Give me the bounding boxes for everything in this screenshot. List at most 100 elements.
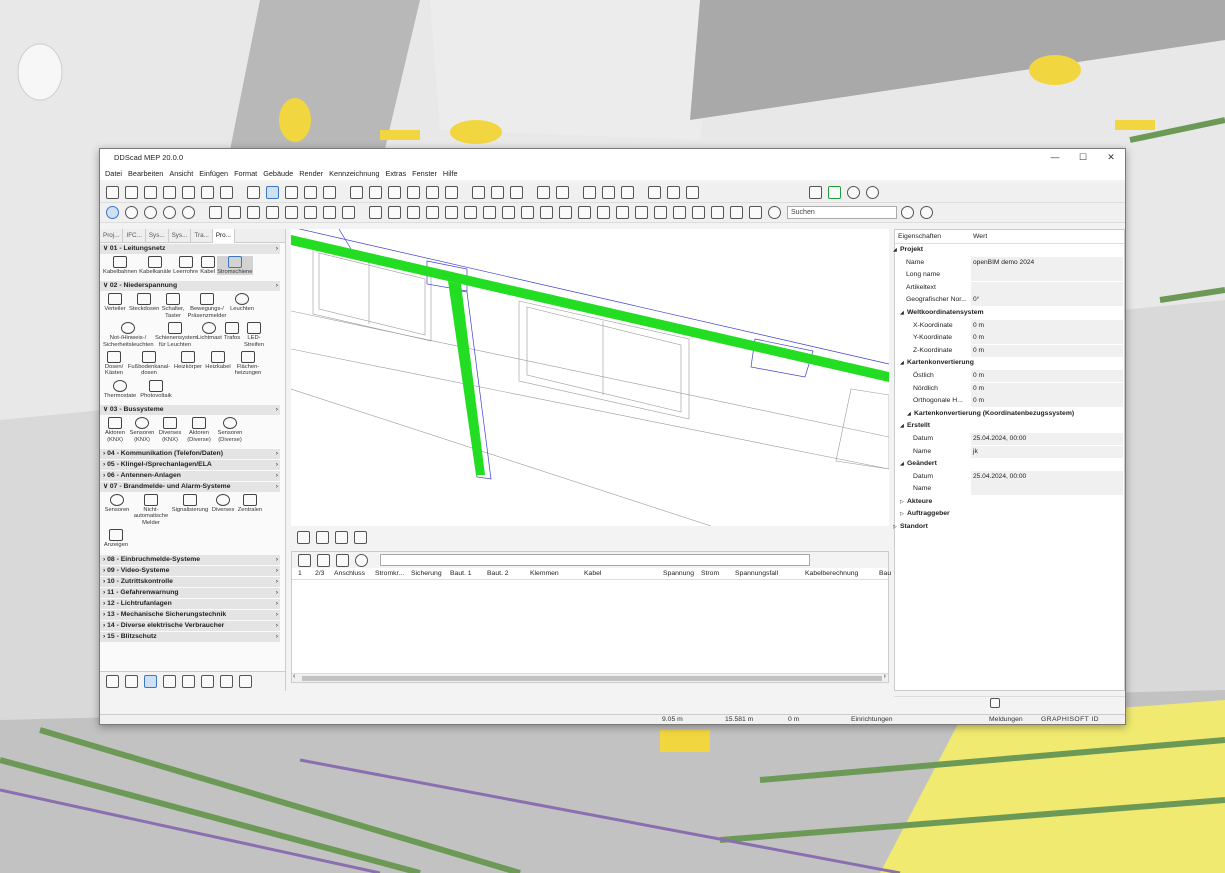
house-2-icon[interactable] (491, 186, 504, 199)
messages-link[interactable]: Meldungen (989, 716, 1023, 723)
check-icon[interactable] (209, 206, 222, 219)
house-icon[interactable] (472, 186, 485, 199)
section-kommunikation[interactable]: › 04 - Kommunikation (Telefon/Daten) › (100, 449, 280, 460)
save-icon[interactable] (125, 186, 138, 199)
col-strom[interactable]: Strom (701, 570, 719, 577)
bar-icon[interactable] (654, 206, 667, 219)
property-row[interactable]: Name (895, 483, 1124, 496)
column-2-icon[interactable] (692, 206, 705, 219)
confirm-check-icon[interactable] (828, 186, 841, 199)
angle-icon[interactable] (220, 675, 233, 688)
col-2-3[interactable]: 2/3 (315, 570, 324, 577)
text-size-icon[interactable] (667, 186, 680, 199)
dropdown-icon[interactable] (809, 186, 822, 199)
collapsed-triangle-icon[interactable]: ▷ (900, 508, 904, 521)
item-aktoren-diverse[interactable]: Aktoren (Diverse) (185, 417, 213, 443)
property-group[interactable]: ▷ Auftraggeber (895, 508, 1124, 521)
flag-icon[interactable] (163, 675, 176, 688)
wall-icon[interactable] (540, 206, 553, 219)
section-gefahrenwarnung[interactable]: › 11 - Gefahrenwarnung › (100, 587, 280, 598)
item-heizkabel[interactable]: Heizkabel (205, 351, 231, 377)
table-scrollbar[interactable]: ‹ › (292, 673, 888, 682)
property-row[interactable]: Long name (895, 269, 1124, 282)
property-row[interactable]: Name jk (895, 445, 1124, 459)
property-value[interactable]: 0 m (971, 382, 1123, 395)
roof-icon[interactable] (602, 186, 615, 199)
item-kabel[interactable]: Kabel (200, 256, 215, 275)
building-icon[interactable] (369, 186, 382, 199)
distribution-icon[interactable] (304, 206, 317, 219)
tab-systeme-2[interactable]: Sys... (169, 229, 192, 243)
menu-einfuegen[interactable]: Einfügen (199, 169, 228, 178)
cancel-icon[interactable] (847, 186, 860, 199)
scroll-right-icon[interactable]: › (884, 673, 886, 680)
property-value[interactable]: 0° (971, 294, 1123, 307)
section-mechanische-sicherung[interactable]: › 13 - Mechanische Sicherungstechnik › (100, 609, 280, 620)
item-sensoren-brand[interactable]: Sensoren (103, 494, 131, 526)
col-kabel[interactable]: Kabel (584, 570, 601, 577)
tab-trassen[interactable]: Tra... (191, 229, 213, 243)
label-icon[interactable] (648, 186, 661, 199)
property-row[interactable]: Nördlich 0 m (895, 382, 1124, 396)
zoom-select-icon[interactable] (144, 675, 157, 688)
expanded-triangle-icon[interactable]: ◢ (900, 357, 904, 370)
table-filter-icon[interactable] (355, 553, 368, 567)
menu-render[interactable]: Render (299, 169, 323, 178)
document-icon[interactable] (144, 186, 157, 199)
menu-hilfe[interactable]: Hilfe (443, 169, 458, 178)
layers-edit-icon[interactable] (323, 186, 336, 199)
book-icon[interactable] (730, 206, 743, 219)
search-object-icon[interactable] (502, 206, 515, 219)
window-2-icon[interactable] (426, 206, 439, 219)
beam-icon[interactable] (635, 206, 648, 219)
property-value[interactable]: 25.04.2024, 00:00 (971, 432, 1123, 445)
item-stromschiene[interactable]: Stromschiene (217, 256, 253, 276)
property-row[interactable]: Orthogonale H... 0 m (895, 395, 1124, 408)
menu-fenster[interactable]: Fenster (412, 169, 437, 178)
cube-2-icon[interactable] (388, 206, 401, 219)
property-row[interactable]: X-Koordinate 0 m (895, 319, 1124, 333)
route-icon[interactable] (266, 206, 279, 219)
property-group[interactable]: ◢ Projekt (893, 244, 1124, 257)
chevron-down-icon[interactable] (990, 698, 1000, 708)
print-icon[interactable] (182, 186, 195, 199)
snap-angle-icon[interactable] (144, 206, 157, 219)
section-klingel[interactable]: › 05 - Klingel-/Sprechanlagen/ELA › (100, 460, 280, 471)
layer-set-icon[interactable] (316, 530, 329, 544)
settings-icon[interactable] (768, 206, 781, 219)
shape-icon[interactable] (521, 206, 534, 219)
window-icon[interactable] (583, 186, 596, 199)
item-leerrohre[interactable]: Leerrohre (173, 256, 198, 275)
properties-combo[interactable] (894, 696, 1125, 710)
section-niederspannung[interactable]: ∨ 02 - Niederspannung › (100, 281, 280, 292)
view-3d-icon[interactable] (266, 186, 279, 199)
item-nicht-automatische-melder[interactable]: Nicht-automatische Melder (133, 494, 169, 526)
expanded-triangle-icon[interactable]: ◢ (893, 244, 897, 257)
item-kabelbahnen[interactable]: Kabelbahnen (103, 256, 137, 275)
item-schalter[interactable]: Schalter, Taster (161, 293, 185, 319)
item-sensoren-knx[interactable]: Sensoren (KNX) (129, 417, 155, 443)
minimize-button[interactable]: — (1041, 149, 1069, 166)
col-sicherung[interactable]: Sicherung (411, 570, 442, 577)
view-mode-icon[interactable] (297, 530, 310, 544)
item-notleuchten[interactable]: Not-/Hinweis-/ Sicherheitsleuchten (103, 322, 154, 348)
chart-icon[interactable] (201, 675, 214, 688)
property-group[interactable]: ◢ Weltkoordinatensystem (895, 307, 1124, 320)
section-diverse-verbraucher[interactable]: › 14 - Diverse elektrische Verbraucher › (100, 620, 280, 631)
property-value[interactable]: 0 m (971, 344, 1123, 357)
property-value[interactable]: 0 m (971, 369, 1123, 382)
item-flaechenheizungen[interactable]: Flächen-heizungen (233, 351, 263, 377)
property-row[interactable]: Name openBIM demo 2024 (895, 256, 1124, 270)
section-brandmelde[interactable]: ∨ 07 - Brandmelde- und Alarm-Systeme › (100, 482, 280, 493)
door-icon[interactable] (407, 206, 420, 219)
col-bau[interactable]: Bau (879, 570, 891, 577)
item-signalisierung[interactable]: Signalisierung (171, 494, 209, 526)
undo-icon[interactable] (201, 186, 214, 199)
property-value[interactable]: 0 m (971, 319, 1123, 332)
item-sensoren-diverse[interactable]: Sensoren (Diverse) (215, 417, 245, 443)
axis-icon[interactable] (239, 675, 252, 688)
property-value[interactable] (971, 269, 1123, 282)
pattern-icon[interactable] (350, 186, 363, 199)
item-leuchten[interactable]: Leuchten (229, 293, 255, 319)
section-bussysteme[interactable]: ∨ 03 - Bussysteme › (100, 405, 280, 416)
